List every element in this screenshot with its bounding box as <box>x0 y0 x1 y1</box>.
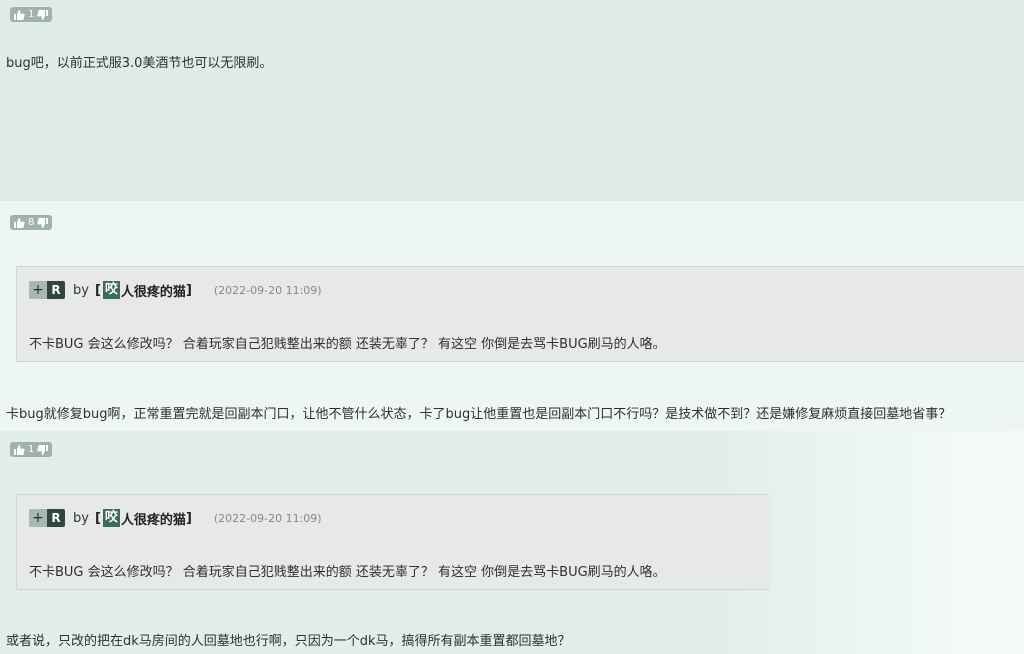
reply-tag[interactable]: R <box>47 509 65 527</box>
thumbs-down-icon[interactable] <box>37 217 49 228</box>
quote-header: + R by [ 咬 人很疼的猫 ] (2022-09-20 11:09) <box>29 509 322 528</box>
quoted-username[interactable]: [ 咬 人很疼的猫 ] <box>95 281 192 300</box>
thumbs-up-icon[interactable] <box>14 444 25 455</box>
thumbs-up-icon[interactable] <box>14 217 25 228</box>
quote-text: 不卡BUG 会这么修改吗？ 合着玩家自己犯贱整出来的额 还装无辜了？ 有这空 你… <box>29 565 666 580</box>
bracket-open: [ <box>94 282 101 298</box>
username-rest: 人很疼的猫 <box>120 284 186 300</box>
quote-box: + R by [ 咬 人很疼的猫 ] (2022-09-20 11:09) 不卡… <box>16 266 1024 362</box>
quote-timestamp: (2022-09-20 11:09) <box>213 511 322 525</box>
vote-widget: 1 <box>10 7 53 22</box>
bracket-open: [ <box>94 510 101 526</box>
quote-text: 不卡BUG 会这么修改吗？ 合着玩家自己犯贱整出来的额 还装无辜了？ 有这空 你… <box>29 337 666 352</box>
vote-widget: 8 <box>10 215 53 230</box>
vote-count: 8 <box>28 217 35 228</box>
quote-header: + R by [ 咬 人很疼的猫 ] (2022-09-20 11:09) <box>29 281 322 300</box>
quote-box: + R by [ 咬 人很疼的猫 ] (2022-09-20 11:09) 不卡… <box>16 494 769 590</box>
vote-count: 1 <box>28 444 35 455</box>
username-first-char: 咬 <box>102 509 120 527</box>
thumbs-down-icon[interactable] <box>37 444 49 455</box>
quoted-username[interactable]: [ 咬 人很疼的猫 ] <box>95 509 192 528</box>
bracket-close: ] <box>185 282 192 298</box>
vote-widget: 1 <box>10 442 53 457</box>
thumbs-down-icon[interactable] <box>37 9 49 20</box>
post-content: bug吧，以前正式服3.0美酒节也可以无限刷。 <box>6 56 273 71</box>
username-rest: 人很疼的猫 <box>120 512 186 528</box>
expand-button[interactable]: + <box>29 281 47 299</box>
by-label: by <box>73 510 89 526</box>
expand-button[interactable]: + <box>29 509 47 527</box>
reply-tag[interactable]: R <box>47 281 65 299</box>
vote-count: 1 <box>28 9 35 20</box>
quote-timestamp: (2022-09-20 11:09) <box>213 283 322 297</box>
by-label: by <box>73 282 89 298</box>
thumbs-up-icon[interactable] <box>14 9 25 20</box>
username-first-char: 咬 <box>102 281 120 299</box>
bracket-close: ] <box>185 510 192 526</box>
post-1 <box>0 0 1024 201</box>
post-content: 卡bug就修复bug啊，正常重置完就是回副本门口，让他不管什么状态，卡了bug让… <box>6 407 952 422</box>
post-content: 或者说，只改的把在dk马房间的人回墓地也行啊，只因为一个dk马，搞得所有副本重置… <box>6 634 571 649</box>
